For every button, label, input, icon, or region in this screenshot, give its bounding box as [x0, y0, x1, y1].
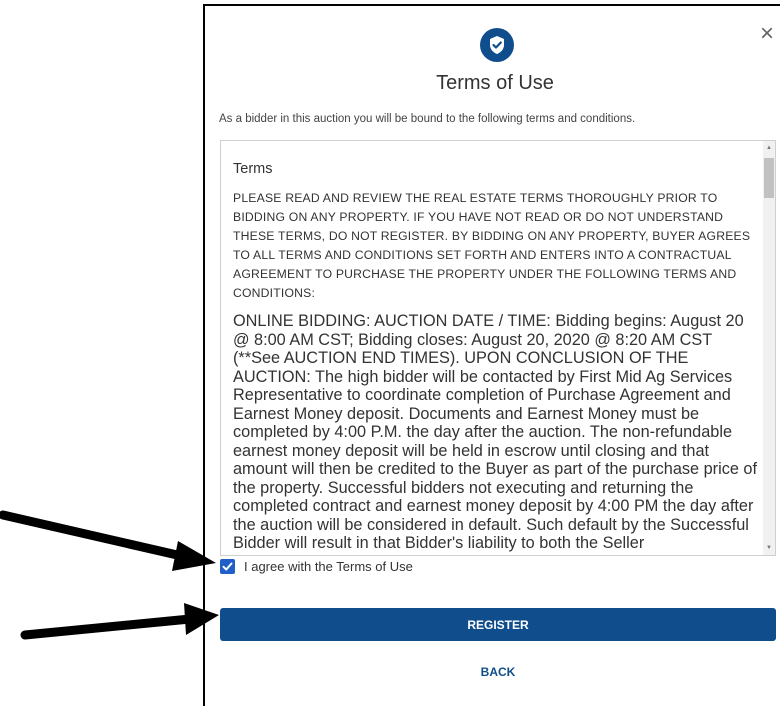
dialog-title: Terms of Use [436, 72, 554, 94]
shield-check-icon [480, 28, 514, 62]
terms-scrollbar[interactable]: ▲ ▼ [763, 141, 775, 555]
scroll-down-arrow-icon[interactable]: ▼ [763, 541, 775, 555]
terms-dialog: × Terms of Use As a bidder in this aucti… [203, 4, 780, 706]
terms-heading: Terms [233, 161, 273, 177]
annotation-arrow-icon [0, 510, 216, 571]
register-button[interactable]: REGISTER [220, 608, 776, 641]
terms-caps-paragraph: PLEASE READ AND REVIEW THE REAL ESTATE T… [233, 191, 751, 300]
dialog-intro: As a bidder in this auction you will be … [219, 113, 636, 125]
agree-row[interactable]: I agree with the Terms of Use [220, 556, 413, 576]
annotation-arrow-icon [20, 603, 219, 640]
scrollbar-thumb[interactable] [764, 158, 774, 198]
terms-body-paragraph: ONLINE BIDDING: AUCTION DATE / TIME: Bid… [233, 312, 758, 552]
scroll-up-arrow-icon[interactable]: ▲ [763, 141, 775, 155]
agree-label: I agree with the Terms of Use [244, 558, 413, 574]
back-button[interactable]: BACK [220, 660, 776, 684]
close-icon[interactable]: × [757, 22, 777, 46]
terms-scroll-box[interactable]: Terms PLEASE READ AND REVIEW THE REAL ES… [220, 140, 776, 556]
